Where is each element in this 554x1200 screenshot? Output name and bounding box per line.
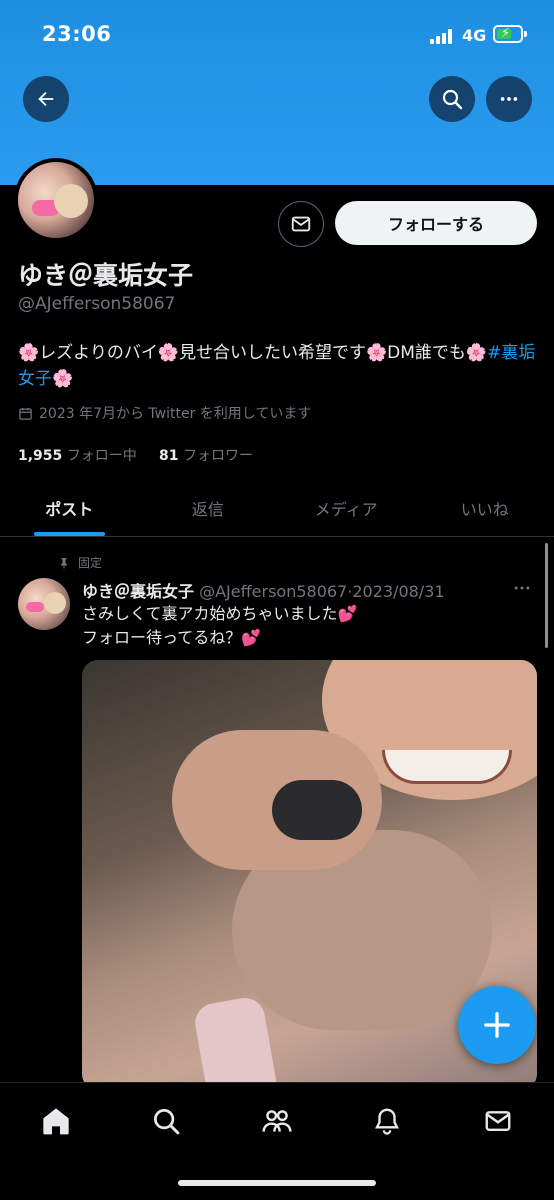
post-line-2: フォロー待ってるね？💕 — [82, 628, 262, 647]
followers-label: フォロワー — [182, 448, 253, 464]
bio-end: 🌸 — [52, 369, 74, 389]
more-horizontal-icon — [500, 97, 518, 101]
post-header: ゆき＠裏垢女子 @AJefferson58067·2023/08/31 — [82, 582, 445, 601]
more-button[interactable] — [486, 76, 532, 122]
profile-avatar[interactable] — [14, 158, 98, 242]
bio-text: 🌸レズよりのバイ🌸見せ合いしたい希望です🌸DM誰でも🌸 — [18, 343, 488, 363]
profile-display-name: ゆき＠裏垢女子 — [18, 261, 194, 290]
followers-link[interactable]: 81 フォロワー — [159, 448, 253, 464]
home-indicator — [178, 1180, 376, 1186]
signal-icon — [430, 28, 456, 44]
status-bar: 23:06 4G ⚡ — [0, 0, 554, 70]
pinned-indicator: 固定 — [58, 554, 102, 571]
mail-icon — [485, 1111, 511, 1131]
battery-icon: ⚡ — [493, 25, 523, 43]
status-time: 23:06 — [42, 22, 112, 46]
pinned-label: 固定 — [78, 556, 103, 570]
search-icon — [442, 89, 463, 110]
search-icon — [154, 1109, 180, 1135]
post-more-button[interactable] — [512, 578, 532, 602]
following-label: フォロー中 — [66, 448, 137, 464]
post-avatar[interactable] — [18, 578, 70, 630]
following-link[interactable]: 1,955 フォロー中 — [18, 448, 137, 464]
tab-likes[interactable]: いいね — [416, 480, 554, 536]
profile-bio: 🌸レズよりのバイ🌸見せ合いしたい希望です🌸DM誰でも🌸#裏垢女子🌸 — [18, 340, 538, 392]
communities-icon — [262, 1110, 292, 1132]
plus-icon — [484, 1012, 510, 1038]
followers-count: 81 — [159, 448, 179, 464]
post-date: 2023/08/31 — [352, 582, 445, 601]
search-button[interactable] — [429, 76, 475, 122]
nav-communities[interactable] — [257, 1101, 297, 1141]
calendar-icon — [19, 407, 32, 420]
post-author-name[interactable]: ゆき＠裏垢女子 — [82, 582, 194, 601]
home-icon — [43, 1108, 69, 1135]
pin-icon — [61, 557, 67, 569]
follow-button[interactable]: フォローする — [335, 201, 537, 245]
profile-handle: @AJefferson58067 — [18, 294, 176, 314]
nav-notifications[interactable] — [367, 1101, 407, 1141]
following-count: 1,955 — [18, 448, 63, 464]
mail-icon — [291, 216, 311, 232]
nav-search[interactable] — [146, 1101, 186, 1141]
post-line-1: さみしくて裏アカ始めちゃいました💕 — [82, 604, 358, 623]
bell-icon — [375, 1108, 399, 1135]
tab-replies[interactable]: 返信 — [139, 480, 278, 536]
profile-tabs: ポスト 返信 メディア いいね — [0, 480, 554, 537]
tab-posts[interactable]: ポスト — [0, 480, 139, 536]
more-horizontal-icon — [514, 586, 530, 590]
compose-button[interactable] — [458, 986, 536, 1064]
scrollbar[interactable] — [545, 543, 548, 648]
nav-home[interactable] — [36, 1101, 76, 1141]
joined-date: 2023 年7月から Twitter を利用しています — [18, 403, 311, 423]
follow-stats: 1,955 フォロー中 81 フォロワー — [18, 445, 253, 465]
nav-messages[interactable] — [478, 1101, 518, 1141]
network-label: 4G — [462, 26, 487, 45]
tab-media[interactable]: メディア — [277, 480, 416, 536]
post-author-handle: @AJefferson58067 — [199, 582, 348, 601]
joined-text: 2023 年7月から Twitter を利用しています — [39, 406, 312, 422]
back-button[interactable] — [23, 76, 69, 122]
post-text: さみしくて裏アカ始めちゃいました💕 フォロー待ってるね？💕 — [82, 602, 357, 650]
message-button[interactable] — [278, 201, 324, 247]
arrow-left-icon — [38, 91, 54, 107]
